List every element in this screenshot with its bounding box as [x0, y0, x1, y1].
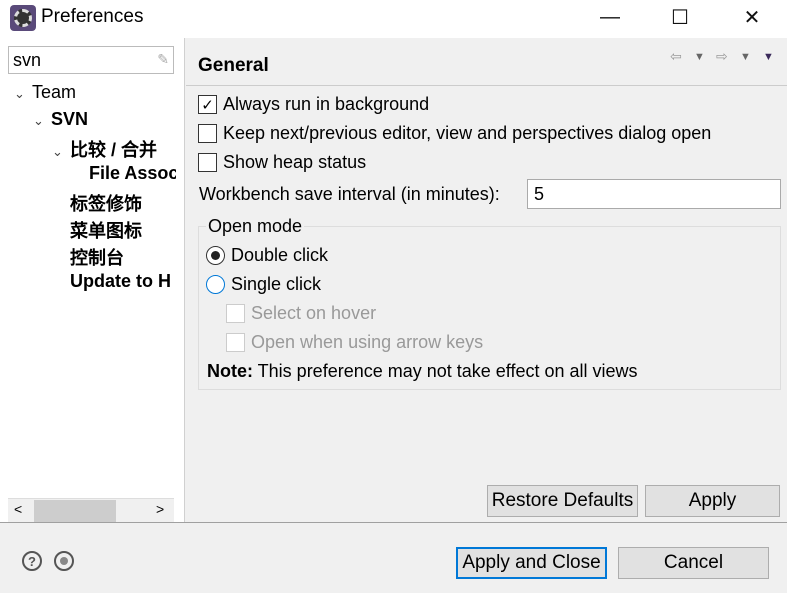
apply-and-close-button[interactable]: Apply and Close	[456, 547, 607, 579]
horizontal-scrollbar[interactable]: < >	[8, 498, 174, 522]
tree-item-label: 控制台	[70, 248, 124, 268]
note-label: Note:	[207, 361, 253, 381]
radio-label: Double click	[231, 245, 329, 265]
tree-item-label: Team	[32, 82, 77, 102]
clear-filter-icon[interactable]: ✎	[157, 51, 169, 68]
page-header	[186, 40, 787, 86]
open-mode-label: Open mode	[206, 216, 305, 237]
always-run-background-checkbox[interactable]: ✓ Always run in background	[198, 94, 429, 115]
radio-label: Single click	[231, 274, 322, 294]
open-arrow-keys-checkbox[interactable]: Open when using arrow keys	[226, 332, 483, 353]
radio-icon	[206, 275, 225, 294]
apply-button[interactable]: Apply	[645, 485, 780, 517]
page-title: General	[198, 55, 269, 76]
window-title: Preferences	[41, 6, 144, 27]
import-export-icon[interactable]	[54, 551, 74, 571]
radio-selected-icon	[206, 246, 225, 265]
divider	[0, 522, 787, 523]
tree-item-label: 标签修饰	[70, 194, 142, 214]
note-text: Note: This preference may not take effec…	[207, 361, 638, 382]
select-on-hover-checkbox[interactable]: Select on hover	[226, 303, 376, 324]
filter-input[interactable]: svn ✎	[8, 46, 174, 74]
checkbox-box	[226, 304, 245, 323]
back-icon[interactable]: ⇦	[670, 48, 682, 65]
scroll-right-icon[interactable]: >	[156, 501, 164, 517]
checkbox-label: Open when using arrow keys	[251, 332, 484, 352]
checkbox-box	[198, 124, 217, 143]
save-interval-label: Workbench save interval (in minutes):	[199, 184, 500, 204]
maximize-button[interactable]: ☐	[655, 0, 705, 34]
tree-item[interactable]: ⌄ 比较 / 合并	[52, 136, 157, 162]
tree-item-label: 菜单图标	[70, 221, 142, 241]
checkbox-label: Select on hover	[251, 303, 377, 323]
view-menu-icon[interactable]: ▼	[763, 51, 774, 63]
keep-dialog-open-checkbox[interactable]: Keep next/previous editor, view and pers…	[198, 123, 711, 144]
chevron-down-icon[interactable]: ⌄	[33, 113, 51, 129]
checkbox-box	[226, 333, 245, 352]
save-interval-input[interactable]: 5	[527, 179, 781, 209]
show-heap-status-checkbox[interactable]: Show heap status	[198, 152, 366, 173]
forward-menu-icon[interactable]: ▼	[740, 51, 751, 63]
tree-item-label: Update to H	[70, 271, 171, 291]
single-click-radio[interactable]: Single click	[206, 274, 321, 295]
tree-item[interactable]: ⌄ Team	[14, 82, 76, 103]
restore-defaults-button[interactable]: Restore Defaults	[487, 485, 638, 517]
checkbox-box	[198, 153, 217, 172]
cancel-button[interactable]: Cancel	[618, 547, 769, 579]
chevron-down-icon[interactable]: ⌄	[14, 86, 32, 102]
checkbox-label: Show heap status	[223, 152, 367, 172]
tree-item-label: File Assoc	[89, 163, 176, 183]
checkbox-label: Always run in background	[223, 94, 430, 114]
double-click-radio[interactable]: Double click	[206, 245, 328, 266]
tree-item[interactable]: ⌄ SVN	[33, 109, 88, 130]
tree-item[interactable]: 菜单图标	[52, 217, 142, 243]
checkbox-checked-icon: ✓	[198, 95, 217, 114]
back-menu-icon[interactable]: ▼	[694, 51, 705, 63]
tree-item[interactable]: 标签修饰	[52, 190, 142, 216]
note-body: This preference may not take effect on a…	[253, 361, 638, 381]
help-icon[interactable]: ?	[22, 551, 42, 571]
filter-value: svn	[13, 50, 42, 70]
checkbox-label: Keep next/previous editor, view and pers…	[223, 123, 712, 143]
tree-item-label: SVN	[51, 109, 89, 129]
forward-icon[interactable]: ⇨	[716, 48, 728, 65]
scroll-left-icon[interactable]: <	[14, 501, 22, 517]
minimize-button[interactable]: —	[585, 0, 635, 34]
close-button[interactable]: ✕	[727, 0, 777, 34]
tree-item[interactable]: 控制台	[52, 244, 124, 270]
eclipse-gear-icon	[10, 5, 36, 31]
chevron-down-icon[interactable]: ⌄	[52, 144, 70, 160]
scrollbar-thumb[interactable]	[34, 500, 116, 522]
tree-item[interactable]: Update to H	[52, 271, 171, 292]
tree-item[interactable]: File Assoc	[71, 163, 176, 184]
tree-item-label: 比较 / 合并	[70, 140, 158, 160]
